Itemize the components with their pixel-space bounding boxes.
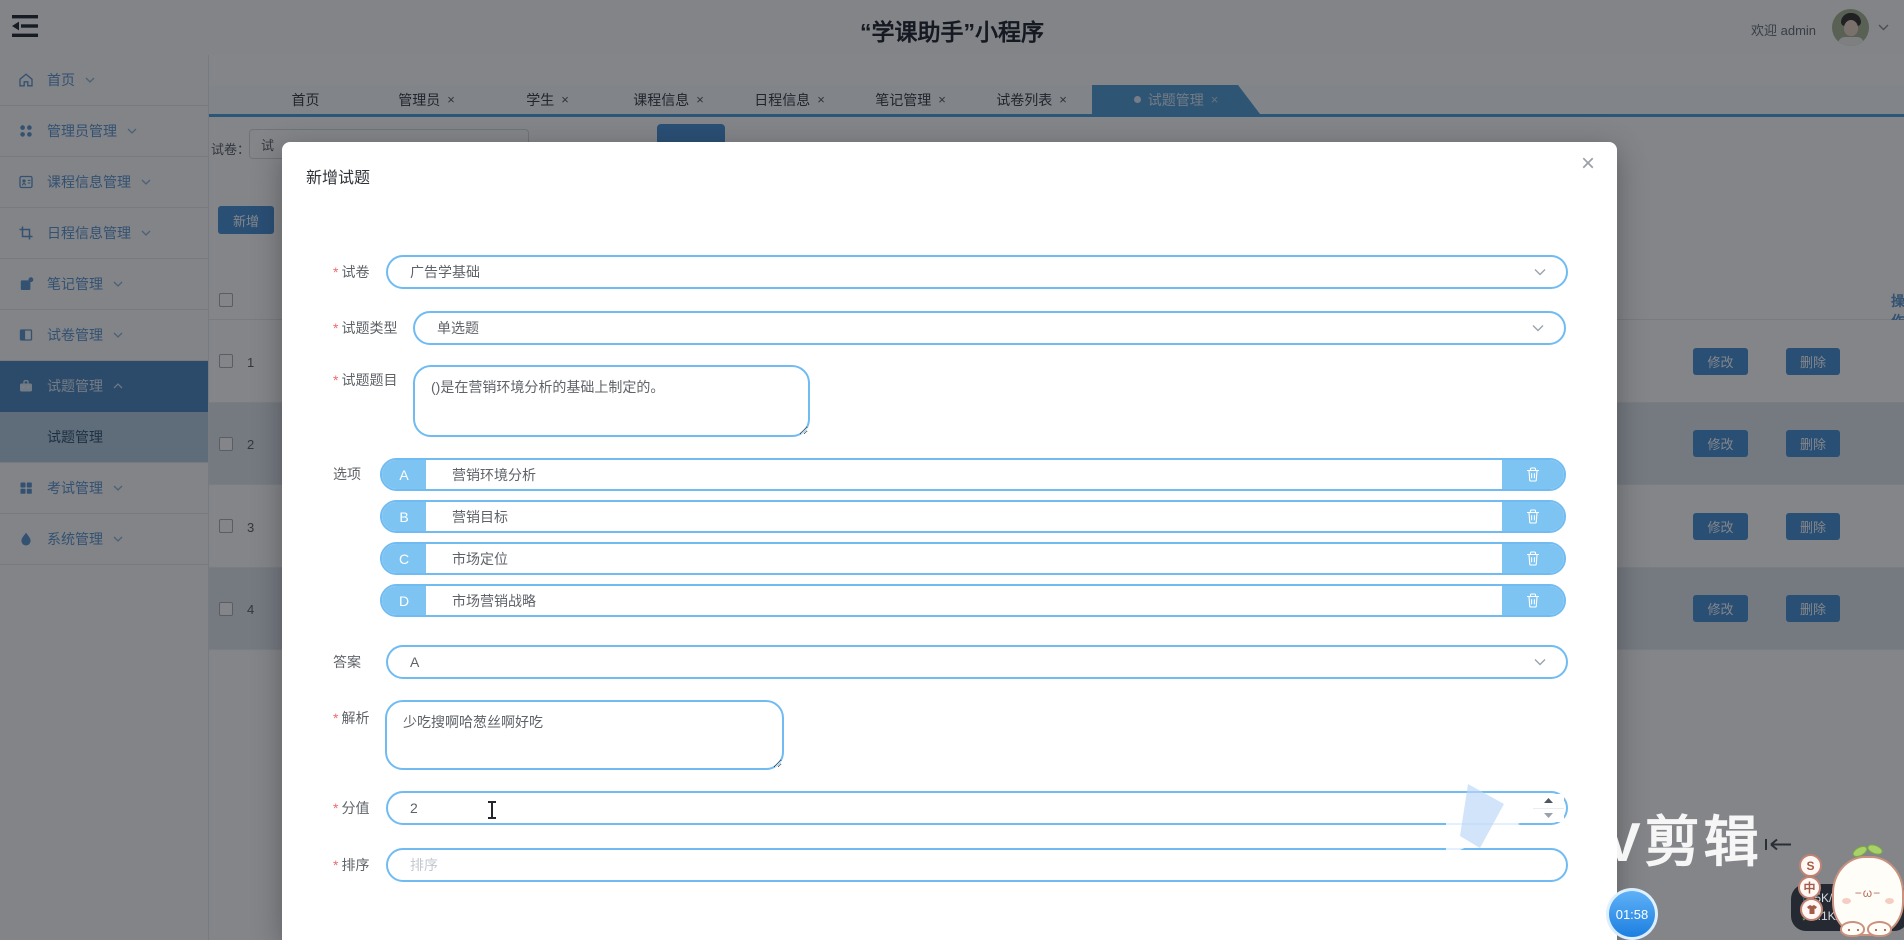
required-asterisk: * [333,264,339,280]
required-asterisk: * [333,372,339,388]
trash-icon [1527,593,1539,608]
option-row-d: D [380,584,1566,617]
spinner-up-button[interactable] [1533,794,1564,808]
spinner-down-button[interactable] [1533,807,1564,822]
sticker-mini-blob [1840,921,1865,937]
question-textarea[interactable]: ()是在营销环境分析的基础上制定的。 [413,365,810,437]
option-key-badge: C [382,544,426,573]
option-row-a: A [380,458,1566,491]
number-spinner [1533,794,1564,822]
screen: “学课助手”小程序 欢迎 admin 首页 管理员管理 课程信息管理 日程信息管… [0,0,1904,940]
required-asterisk: * [333,710,339,726]
chevron-down-icon [1534,659,1546,666]
cursor-arrow-icon [1764,838,1792,851]
type-field-label: * 试题类型 [333,320,398,336]
trash-icon [1527,509,1539,524]
trash-icon [1527,467,1539,482]
answer-select-value: A [410,654,420,670]
required-asterisk: * [333,320,339,336]
option-key-badge: B [382,502,426,531]
badge-shirt-icon[interactable] [1800,898,1823,921]
paper-field-label: * 试卷 [333,264,370,280]
paper-select-value: 广告学基础 [410,264,480,280]
sort-input[interactable] [386,848,1568,882]
option-input[interactable] [426,544,1502,573]
option-key-badge: A [382,460,426,489]
watermark-play-logo-icon [1430,778,1535,873]
score-input[interactable] [386,791,1568,825]
answer-select[interactable]: A [386,645,1568,679]
sort-field-label: * 排序 [333,857,370,873]
delete-option-button[interactable] [1502,502,1564,531]
delete-option-button[interactable] [1502,544,1564,573]
chevron-down-icon [1532,325,1544,332]
question-field-label: * 试题题目 [333,372,398,388]
option-key-badge: D [382,586,426,615]
modal-title: 新增试题 [306,170,371,187]
option-row-c: C [380,542,1566,575]
analysis-textarea[interactable]: 少吃搜啊哈葱丝啊好吃 [385,700,784,770]
sticker-mini-blob [1867,921,1892,937]
paper-select[interactable]: 广告学基础 [386,255,1568,289]
analysis-field-label: * 解析 [333,710,370,726]
delete-option-button[interactable] [1502,586,1564,615]
type-select[interactable]: 单选题 [413,311,1566,345]
required-asterisk: * [333,800,339,816]
text-cursor-icon [488,801,496,819]
chevron-down-icon [1534,269,1546,276]
trash-icon [1527,551,1539,566]
option-row-b: B [380,500,1566,533]
option-input[interactable] [426,502,1502,531]
required-asterisk: * [333,857,339,873]
score-field-label: * 分值 [333,800,370,816]
sticker-face: −ω− [1854,886,1882,900]
timer-value: 01:58 [1615,906,1649,922]
type-select-value: 单选题 [437,320,479,336]
add-question-modal: 新增试题 × * 试卷 广告学基础 * 试题类型 单选题 * 试题题目 ()是在营销环… [282,142,1617,940]
watermark-text: V剪辑 [1604,811,1763,873]
close-icon[interactable]: × [1581,152,1595,176]
answer-field-label: 答案 [333,654,361,670]
recording-timer[interactable]: 01:58 [1606,888,1658,940]
delete-option-button[interactable] [1502,460,1564,489]
badge-zh-icon[interactable]: 中 [1798,876,1821,899]
option-input[interactable] [426,586,1502,615]
badge-s-icon[interactable]: S [1799,854,1822,877]
option-input[interactable] [426,460,1502,489]
options-label: 选项 [333,466,361,482]
